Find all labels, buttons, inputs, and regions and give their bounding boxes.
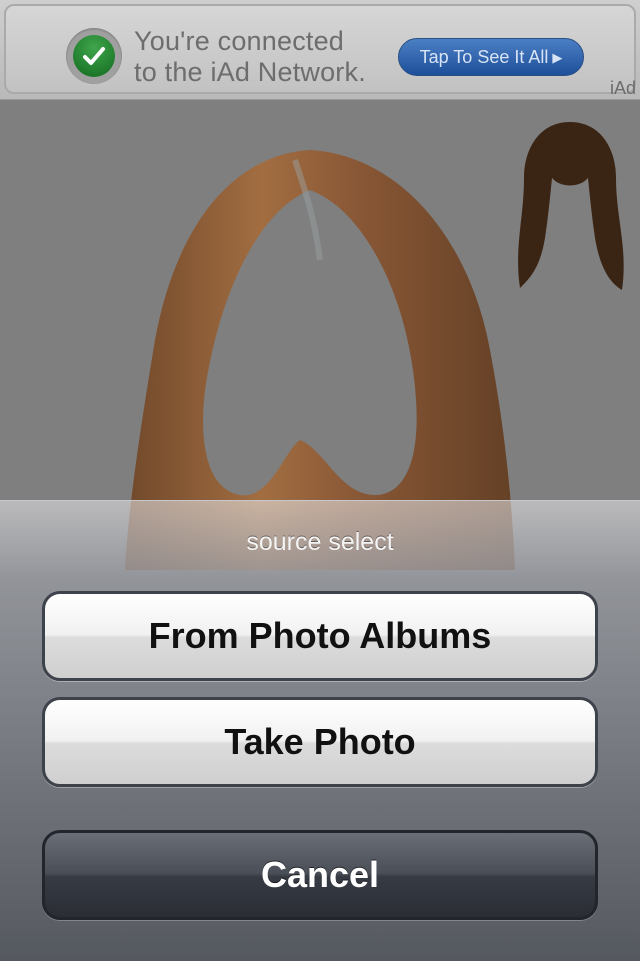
hair-style-thumbnail[interactable] bbox=[510, 118, 630, 298]
cancel-button[interactable]: Cancel bbox=[42, 830, 598, 920]
iad-logo: iAd bbox=[609, 78, 636, 98]
ad-cta-label: Tap To See It All bbox=[419, 47, 549, 67]
action-sheet-title: source select bbox=[246, 528, 394, 556]
action-sheet: source select From Photo Albums Take Pho… bbox=[0, 500, 640, 961]
ad-line-2: to the iAd Network. bbox=[134, 57, 366, 87]
iad-banner[interactable]: You're connected to the iAd Network. Tap… bbox=[0, 0, 640, 100]
from-photo-albums-button[interactable]: From Photo Albums bbox=[42, 591, 598, 681]
take-photo-button[interactable]: Take Photo bbox=[42, 697, 598, 787]
ad-cta-button[interactable]: Tap To See It All ▶ bbox=[398, 38, 584, 76]
checkmark-icon bbox=[66, 28, 122, 84]
ad-line-1: You're connected bbox=[134, 26, 345, 56]
chevron-right-icon: ▶ bbox=[552, 50, 563, 65]
ad-frame: You're connected to the iAd Network. Tap… bbox=[4, 4, 636, 94]
